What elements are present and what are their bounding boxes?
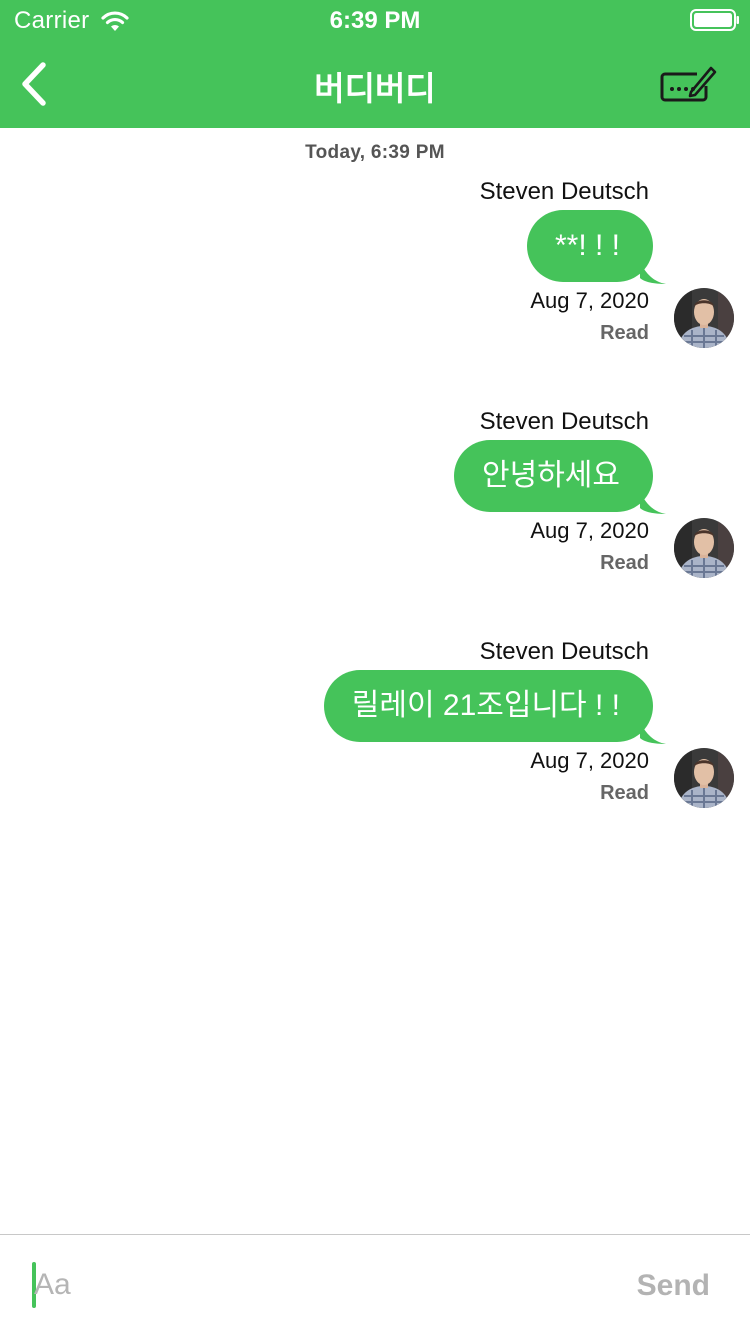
app-header: Carrier 6:39 PM 버디버디 xyxy=(0,0,750,128)
keyboard-pencil-icon xyxy=(660,66,717,102)
read-status: Read xyxy=(600,552,649,574)
avatar[interactable] xyxy=(674,748,734,808)
message-list[interactable]: Today, 6:39 PM Steven Deutsch **! ! ! Au… xyxy=(0,128,750,1234)
message-composer: Send xyxy=(0,1234,750,1334)
bubble-tail xyxy=(640,492,666,514)
date-header: Today, 6:39 PM xyxy=(305,142,445,163)
sender-name: Steven Deutsch xyxy=(479,408,649,435)
message-bubble[interactable]: 안녕하세요 xyxy=(454,440,653,512)
status-bar: Carrier 6:39 PM xyxy=(0,0,750,40)
chevron-left-icon xyxy=(22,62,46,106)
avatar[interactable] xyxy=(674,518,734,578)
keyboard-toggle-button[interactable] xyxy=(656,60,720,108)
message-item: Steven Deutsch 릴레이 21조입니다 ! ! Aug 7, 202… xyxy=(0,638,750,828)
message-date: Aug 7, 2020 xyxy=(530,518,649,543)
bubble-tail xyxy=(640,722,666,744)
back-button[interactable] xyxy=(8,56,60,112)
message-input[interactable] xyxy=(34,1259,594,1311)
message-date: Aug 7, 2020 xyxy=(530,288,649,313)
read-status: Read xyxy=(600,782,649,804)
send-button[interactable]: Send xyxy=(637,1269,710,1303)
bubble-tail xyxy=(640,262,666,284)
battery-full-icon xyxy=(690,9,739,31)
message-bubble[interactable]: **! ! ! xyxy=(526,210,653,282)
message-item: Steven Deutsch 안녕하세요 Aug 7, 2020 Read xyxy=(0,408,750,598)
status-time: 6:39 PM xyxy=(329,7,421,34)
message-date: Aug 7, 2020 xyxy=(530,748,649,773)
message-item: Steven Deutsch **! ! ! Aug 7, 2020 Read xyxy=(0,178,750,368)
sender-name: Steven Deutsch xyxy=(479,178,649,205)
message-bubble[interactable]: 릴레이 21조입니다 ! ! xyxy=(323,670,653,742)
chat-title: 버디버디 xyxy=(314,70,436,107)
read-status: Read xyxy=(600,322,649,344)
navigation-bar: 버디버디 xyxy=(0,40,750,128)
sender-name: Steven Deutsch xyxy=(479,638,649,665)
avatar[interactable] xyxy=(674,288,734,348)
